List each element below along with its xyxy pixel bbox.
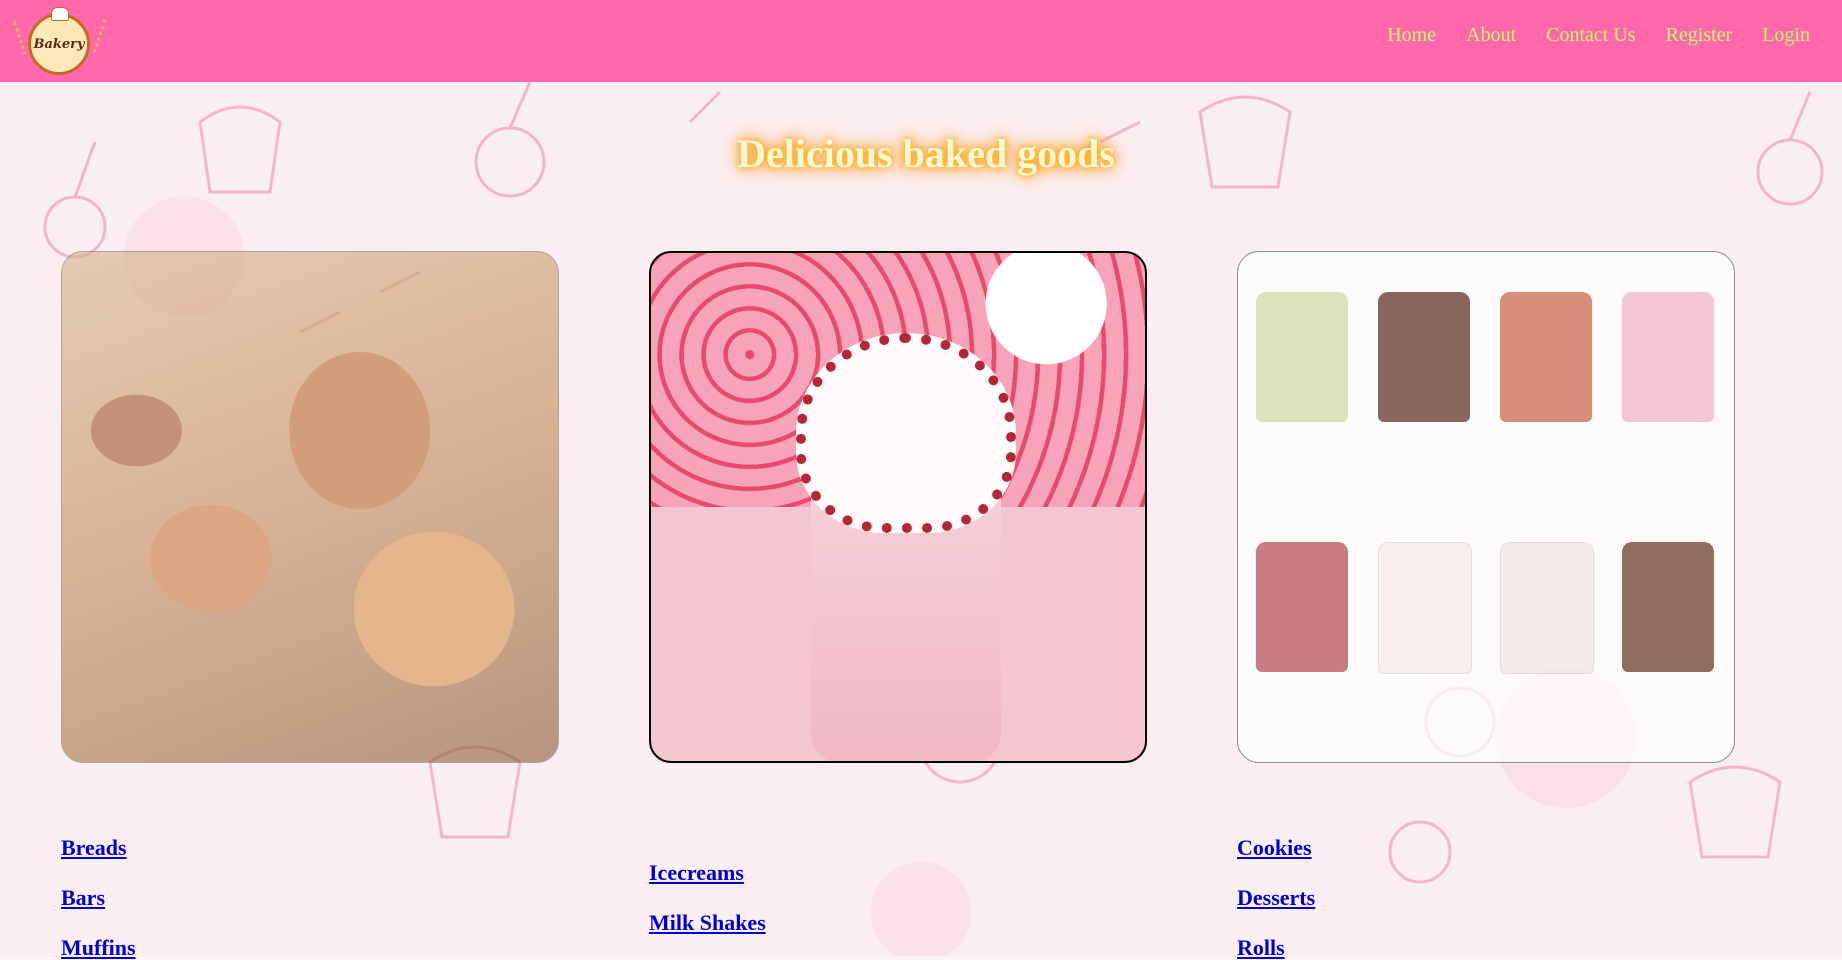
chef-hat-icon <box>51 7 69 21</box>
link-desserts[interactable]: Desserts <box>1237 885 1315 910</box>
link-icecreams[interactable]: Icecreams <box>649 860 766 885</box>
wheat-right-icon <box>93 19 114 55</box>
nav-login-link[interactable]: Login <box>1762 24 1810 47</box>
link-breads[interactable]: Breads <box>61 835 136 860</box>
nav-links: Home About Contact Us Register Login <box>1357 24 1810 47</box>
cake-item <box>1622 542 1714 672</box>
nav-about-link[interactable]: About <box>1466 24 1516 47</box>
link-muffins[interactable]: Muffins <box>61 935 136 960</box>
cake-item <box>1500 292 1592 422</box>
link-milk-shakes[interactable]: Milk Shakes <box>649 910 766 935</box>
cake-item <box>1256 542 1348 672</box>
cakes-image[interactable] <box>1237 251 1735 763</box>
link-bars[interactable]: Bars <box>61 885 136 910</box>
page-headline: Delicious baked goods <box>737 131 1115 176</box>
top-navbar: Bakery Home About Contact Us Register Lo… <box>0 0 1842 82</box>
nav-contact-link[interactable]: Contact Us <box>1546 24 1635 47</box>
bakery-logo[interactable]: Bakery <box>28 7 90 75</box>
cake-item <box>1378 542 1472 674</box>
milkshake-image[interactable] <box>649 251 1147 763</box>
nav-home-link[interactable]: Home <box>1387 24 1436 47</box>
category-column-3: Cookies Desserts Rolls <box>1237 835 1315 960</box>
cake-item <box>1500 542 1594 674</box>
cake-item <box>1378 292 1470 422</box>
breads-pastries-image[interactable] <box>61 251 559 763</box>
nav-register-link[interactable]: Register <box>1666 24 1733 47</box>
category-column-2: Icecreams Milk Shakes <box>649 860 766 935</box>
cake-item <box>1622 292 1714 422</box>
link-rolls[interactable]: Rolls <box>1237 935 1315 960</box>
cake-item <box>1256 292 1348 422</box>
category-column-1: Breads Bars Muffins <box>61 835 136 960</box>
link-cookies[interactable]: Cookies <box>1237 835 1315 860</box>
whipped-cream-topping <box>796 333 1016 533</box>
logo-text: Bakery <box>33 36 85 52</box>
